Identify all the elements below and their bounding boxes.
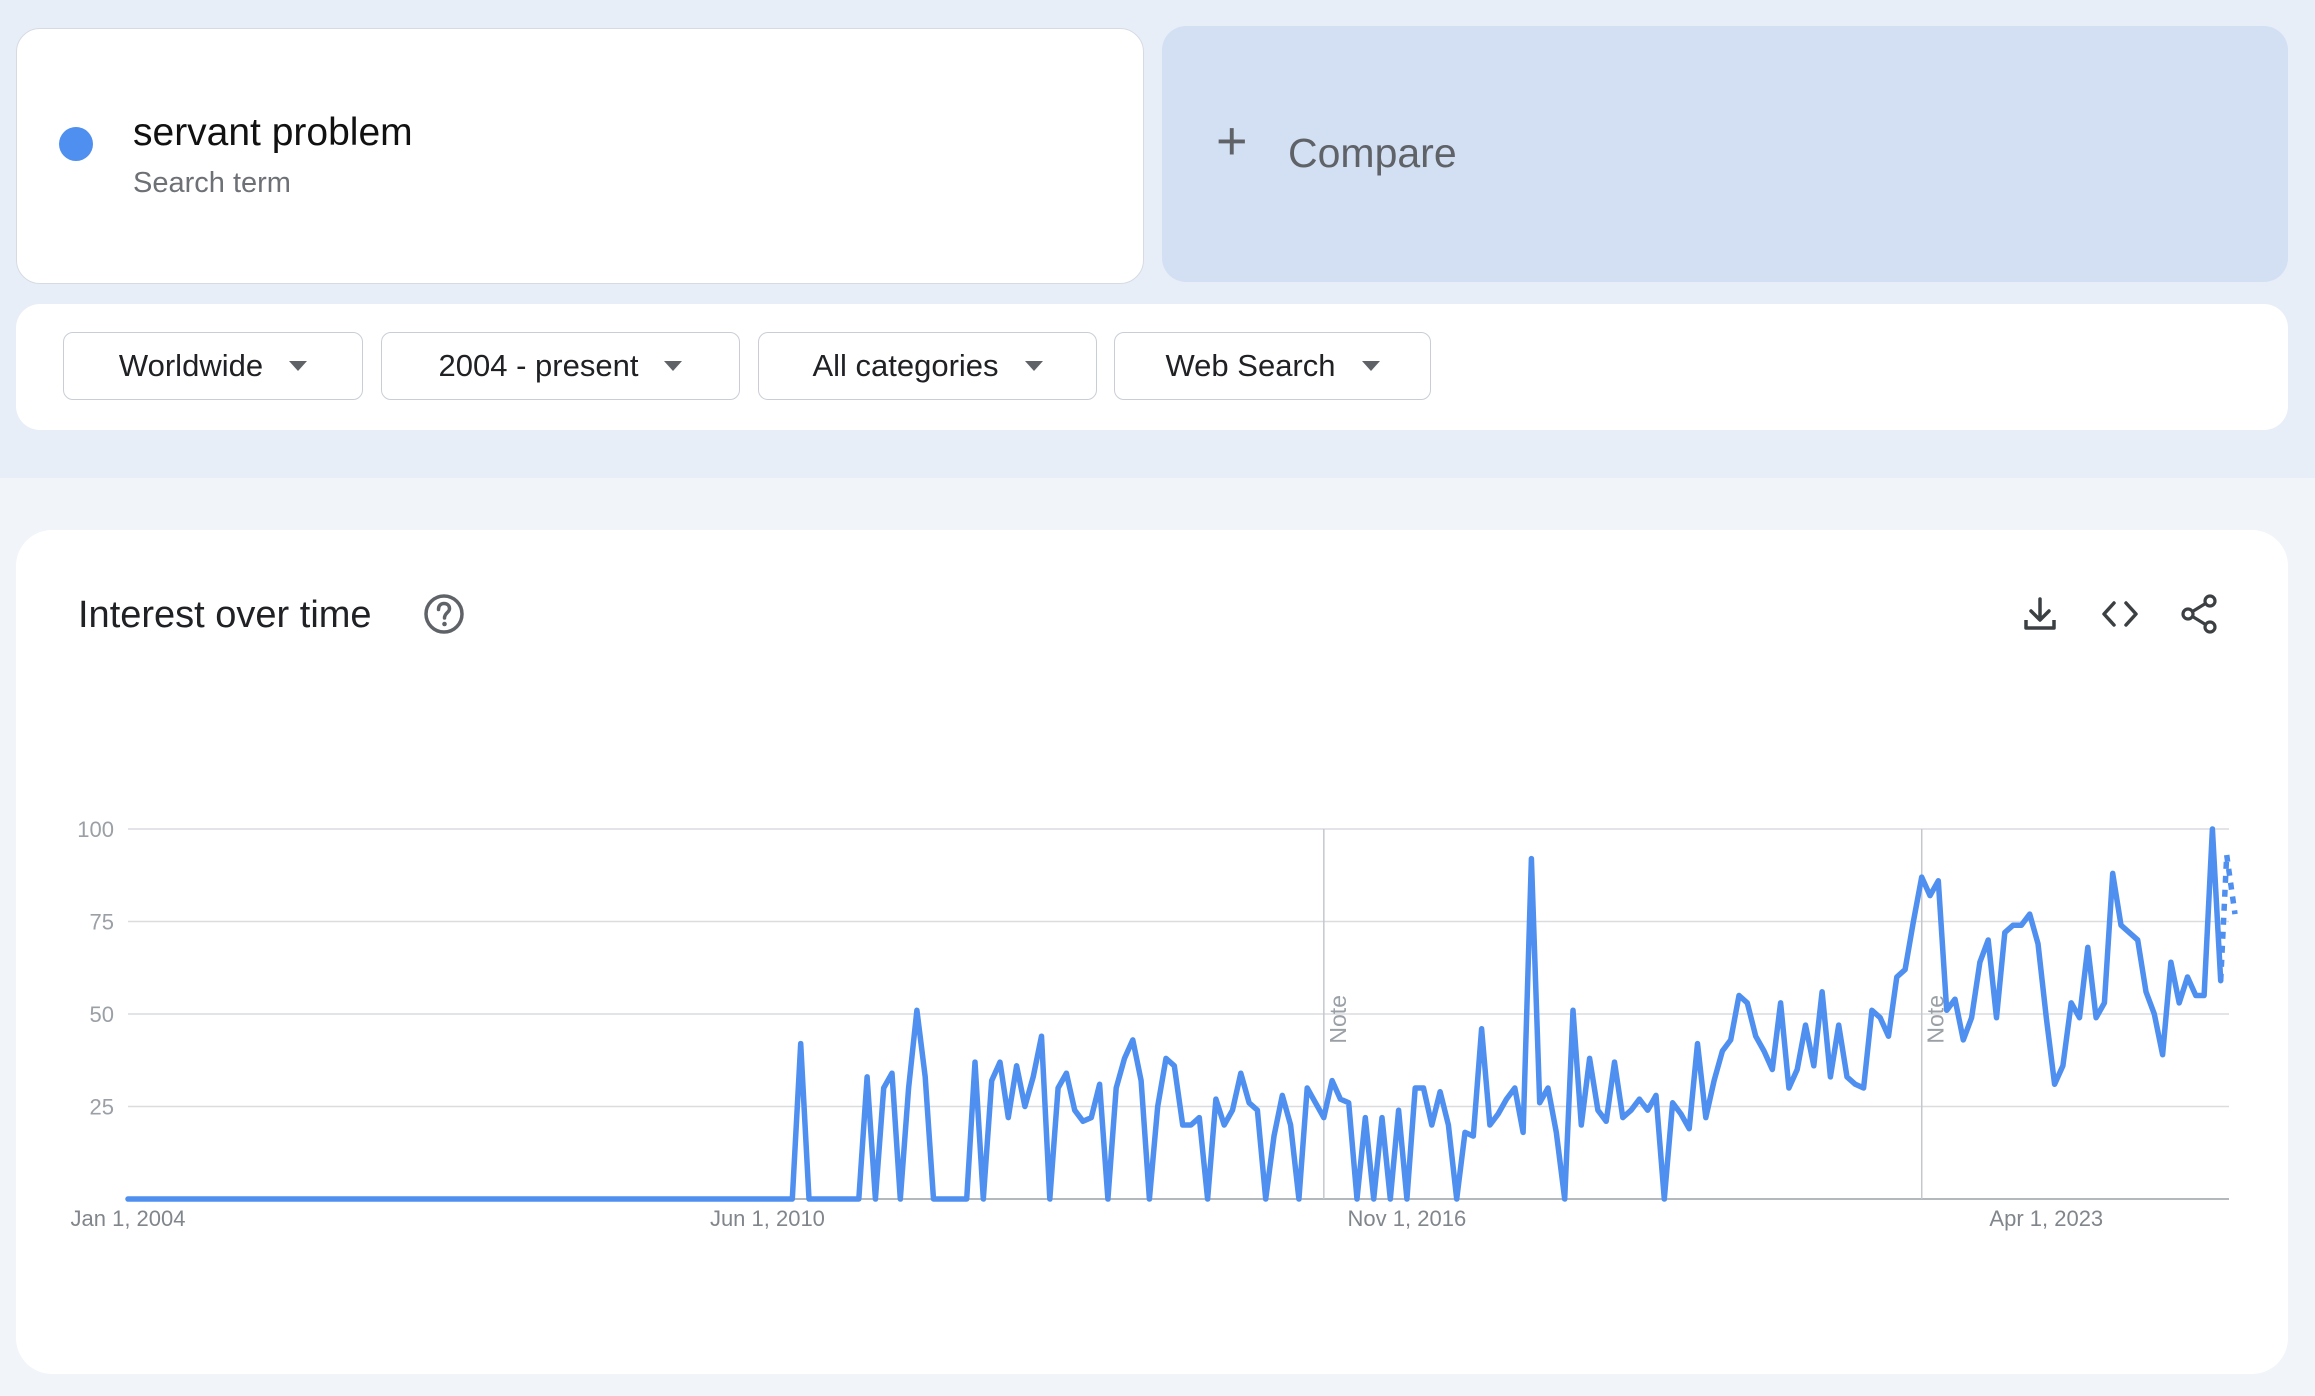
category-filter[interactable]: All categories <box>758 332 1097 400</box>
search-term-name[interactable]: servant problem <box>133 111 413 155</box>
series-partial-line-0 <box>2217 854 2238 981</box>
plus-icon: + <box>1216 111 1248 171</box>
interest-line-chart: 100755025Note NoteJan 1, 2004 Jun 1, 2010 N… <box>71 817 2238 1231</box>
y-tick-label: 75 <box>90 910 114 935</box>
search-type-filter[interactable]: Web Search <box>1114 332 1431 400</box>
dropdown-caret-icon <box>664 361 683 371</box>
filter-bar: Worldwide 2004 - present All categories … <box>16 304 2288 430</box>
y-tick-label: 25 <box>90 1095 114 1120</box>
compare-button[interactable]: + Compare <box>1162 26 2288 282</box>
note-annotation-label: Note <box>1325 995 1351 1044</box>
y-tick-label: 100 <box>77 817 114 842</box>
x-tick-label: Apr 1, 2023 <box>1989 1206 2103 1231</box>
x-tick-label: Jan 1, 2004 <box>71 1206 186 1231</box>
x-tick-label: Jun 1, 2010 <box>710 1206 825 1231</box>
y-tick-label: 50 <box>90 1002 114 1027</box>
search-term-type: Search term <box>133 167 291 199</box>
search-term-card[interactable]: servant problem Search term <box>16 28 1144 284</box>
dropdown-caret-icon <box>1024 361 1043 371</box>
compare-label: Compare <box>1288 130 1457 176</box>
series-color-dot <box>59 127 93 161</box>
time-range-filter-label: 2004 - present <box>438 348 639 383</box>
dropdown-caret-icon <box>1361 361 1380 371</box>
region-filter[interactable]: Worldwide <box>63 332 363 400</box>
dropdown-caret-icon <box>289 361 308 371</box>
interest-over-time-panel: Interest over time 100 75 50 25 Note Note Jan … <box>16 530 2288 1374</box>
x-tick-label: Nov 1, 2016 <box>1348 1206 1467 1231</box>
region-filter-label: Worldwide <box>118 348 264 383</box>
search-type-filter-label: Web Search <box>1165 348 1336 383</box>
time-range-filter[interactable]: 2004 - present <box>381 332 740 400</box>
category-filter-label: All categories <box>812 348 999 383</box>
